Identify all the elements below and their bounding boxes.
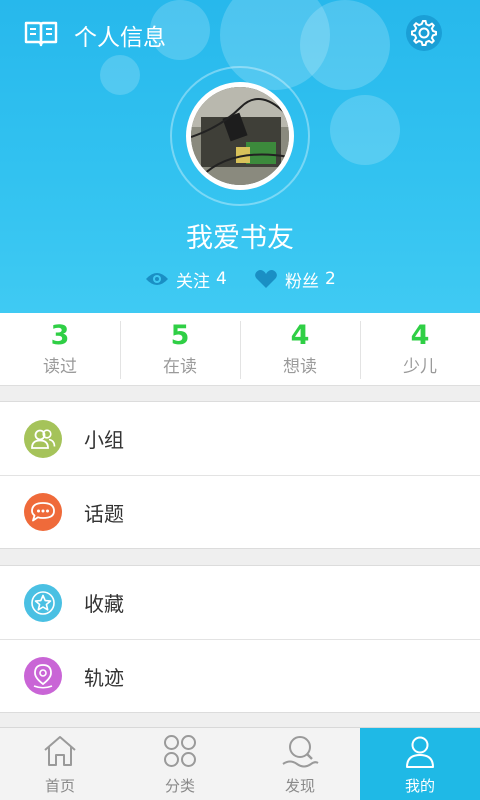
stat-value: 4 (290, 320, 310, 351)
bottom-tab-bar: 首页 分类 发现 我的 (0, 727, 480, 800)
stat-children[interactable]: 4 少儿 (360, 313, 480, 385)
tab-label: 发现 (284, 777, 315, 795)
open-book-icon (24, 21, 58, 47)
follow-count: 4 (216, 269, 227, 289)
heart-icon (255, 270, 277, 288)
stat-reading[interactable]: 5 在读 (120, 313, 240, 385)
fans-count: 2 (325, 269, 336, 289)
eye-icon (146, 273, 168, 285)
menu-label: 小组 (84, 428, 124, 452)
menu-item-track[interactable]: 轨迹 (0, 639, 480, 712)
follow-label: 关注 (176, 271, 210, 292)
fans-label: 粉丝 (285, 271, 319, 292)
stat-want-to-read[interactable]: 4 想读 (240, 313, 360, 385)
gear-icon[interactable] (404, 13, 444, 53)
follow-stat[interactable]: 关注 4 (145, 266, 227, 292)
group-icon (24, 419, 62, 458)
tab-mine[interactable]: 我的 (360, 728, 480, 800)
stat-value: 5 (170, 320, 190, 351)
home-icon (44, 736, 76, 766)
stat-label: 想读 (283, 357, 317, 377)
stat-label: 少儿 (403, 357, 437, 377)
stat-value: 3 (50, 320, 70, 351)
location-pin-icon (24, 657, 62, 695)
discover-search-icon (282, 736, 319, 768)
stat-read[interactable]: 3 读过 (0, 313, 120, 385)
tab-label: 我的 (404, 777, 435, 795)
tab-category[interactable]: 分类 (120, 728, 240, 800)
menu-label: 轨迹 (84, 665, 124, 690)
grid-circles-icon (164, 735, 196, 767)
menu-item-favorites[interactable]: 收藏 (0, 566, 480, 639)
username: 我爱书友 (186, 223, 294, 254)
bokeh-decoration (330, 95, 400, 165)
menu-group-personal: 收藏 轨迹 (0, 565, 480, 713)
chat-bubble-icon (24, 493, 62, 531)
stat-label: 读过 (43, 357, 77, 377)
menu-item-group[interactable]: 小组 (0, 402, 480, 475)
profile-header: 个人信息 我爱书友 关注 4 粉丝 2 (0, 0, 480, 313)
page-title: 个人信息 (74, 25, 166, 51)
user-icon (406, 736, 434, 768)
tab-label: 首页 (44, 777, 75, 795)
tab-discover[interactable]: 发现 (240, 728, 360, 800)
avatar[interactable] (186, 82, 294, 190)
tab-home[interactable]: 首页 (0, 728, 120, 800)
menu-label: 话题 (84, 501, 124, 526)
menu-group-social: 小组 话题 (0, 401, 480, 549)
reading-stats: 3 读过 5 在读 4 想读 4 少儿 (0, 313, 480, 386)
stat-label: 在读 (163, 357, 197, 377)
star-icon (24, 583, 62, 622)
tab-label: 分类 (164, 777, 195, 795)
stat-value: 4 (410, 320, 430, 351)
avatar-photo (191, 87, 289, 185)
menu-item-topic[interactable]: 话题 (0, 475, 480, 548)
fans-stat[interactable]: 粉丝 2 (254, 266, 336, 292)
top-bar: 个人信息 (0, 0, 480, 70)
menu-label: 收藏 (84, 592, 124, 616)
